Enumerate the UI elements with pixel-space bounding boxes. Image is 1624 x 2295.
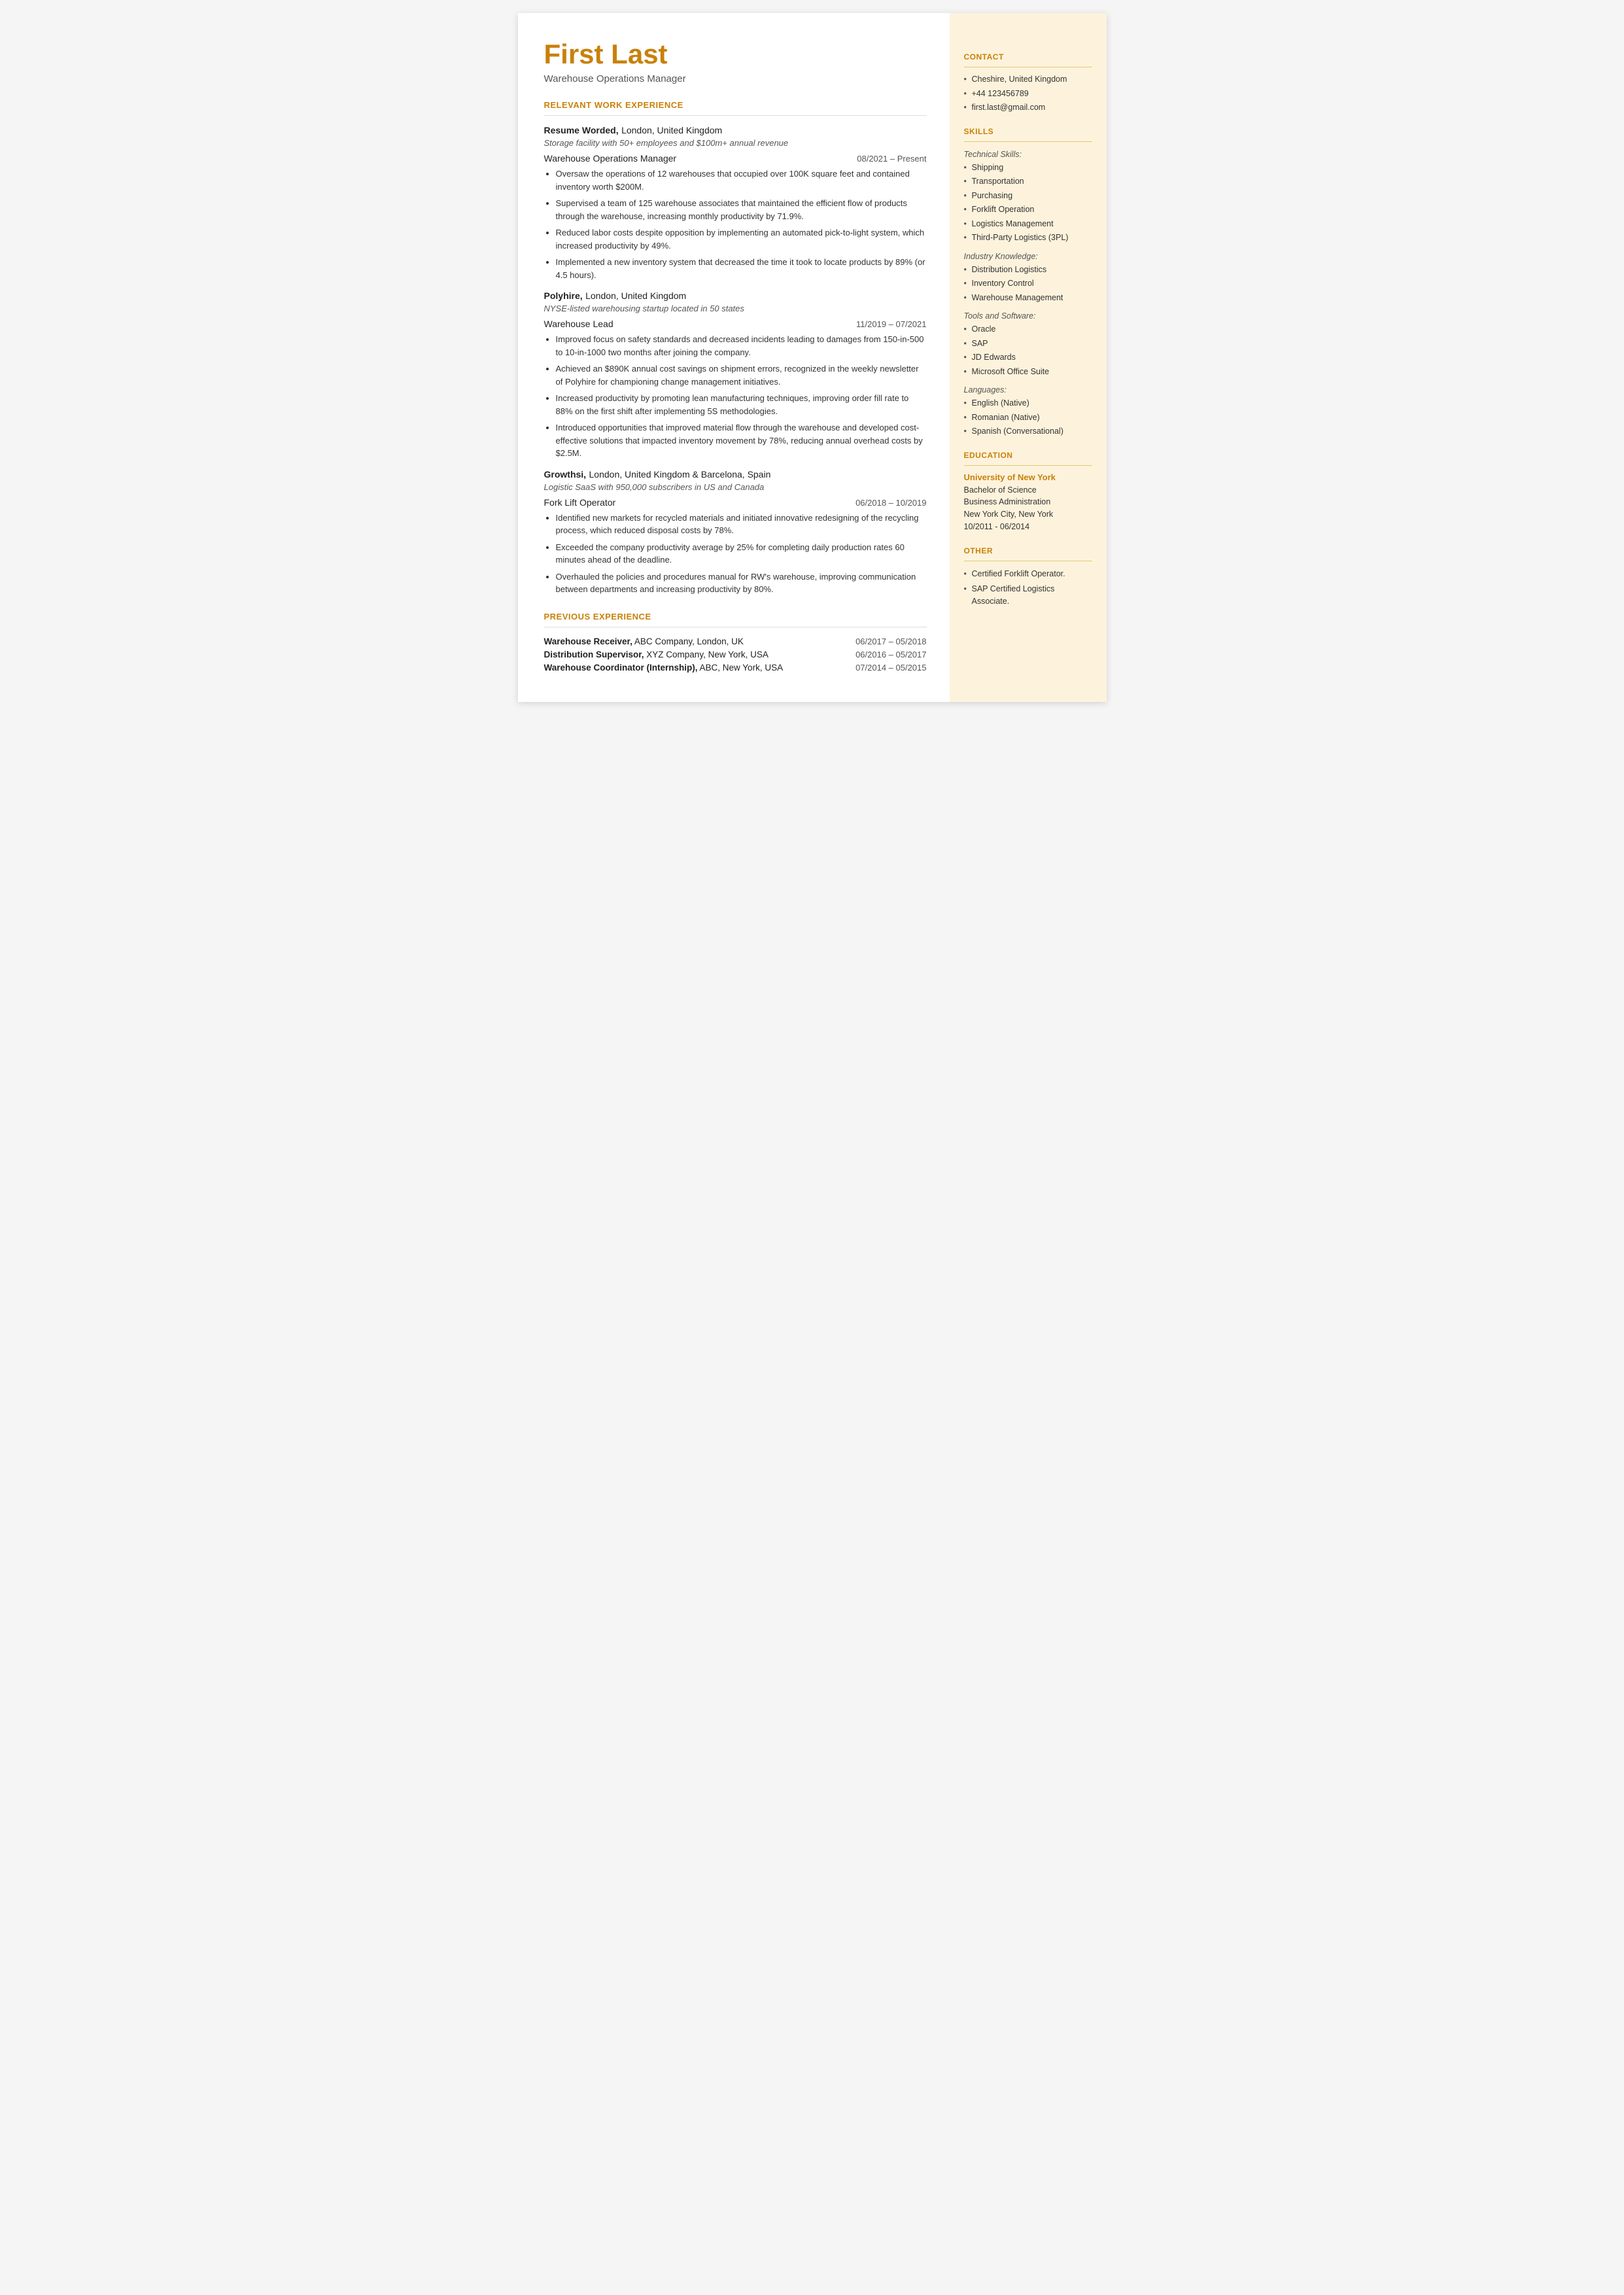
- skills-divider: [964, 141, 1092, 142]
- job-2-title: Warehouse Lead: [544, 319, 613, 329]
- edu-degree: Bachelor of Science: [964, 484, 1092, 497]
- edu-dates: 10/2011 - 06/2014: [964, 521, 1092, 533]
- job-3-bullets: Identified new markets for recycled mate…: [544, 512, 927, 596]
- previous-exp-section-title: PREVIOUS EXPERIENCE: [544, 612, 927, 622]
- edu-location: New York City, New York: [964, 508, 1092, 521]
- languages-label: Languages:: [964, 385, 1092, 394]
- contact-list: Cheshire, United Kingdom +44 123456789 f…: [964, 74, 1092, 114]
- job-2-dates: 11/2019 – 07/2021: [856, 319, 926, 329]
- bullet-item: Supervised a team of 125 warehouse assoc…: [556, 197, 927, 222]
- left-column: First Last Warehouse Operations Manager …: [518, 13, 950, 702]
- technical-skills-list: Shipping Transportation Purchasing Forkl…: [964, 162, 1092, 244]
- language-item: Romanian (Native): [964, 412, 1092, 424]
- job-2-location-text: London, United Kingdom: [585, 290, 686, 301]
- prev-exp-2-bold: Distribution Supervisor,: [544, 650, 644, 659]
- skill-item: Shipping: [964, 162, 1092, 174]
- prev-exp-row-2: Distribution Supervisor, XYZ Company, Ne…: [544, 650, 927, 659]
- tools-skills-list: Oracle SAP JD Edwards Microsoft Office S…: [964, 324, 1092, 377]
- job-1-title: Warehouse Operations Manager: [544, 153, 677, 164]
- job-3-title: Fork Lift Operator: [544, 497, 616, 508]
- bullet-item: Improved focus on safety standards and d…: [556, 333, 927, 359]
- job-3-location-text: London, United Kingdom & Barcelona, Spai…: [589, 469, 771, 480]
- skill-item: Oracle: [964, 324, 1092, 336]
- prev-exp-3: Warehouse Coordinator (Internship), ABC,…: [544, 663, 784, 673]
- bullet-item: Increased productivity by promoting lean…: [556, 392, 927, 417]
- prev-exp-2-dates: 06/2016 – 05/2017: [855, 650, 926, 659]
- skill-item: Purchasing: [964, 190, 1092, 202]
- prev-exp-3-rest: ABC, New York, USA: [698, 663, 784, 673]
- education-divider: [964, 465, 1092, 466]
- other-section-title: OTHER: [964, 546, 1092, 555]
- prev-exp-1-dates: 06/2017 – 05/2018: [855, 637, 926, 646]
- skill-item: Inventory Control: [964, 278, 1092, 290]
- job-3-desc: Logistic SaaS with 950,000 subscribers i…: [544, 482, 927, 492]
- bullet-item: Overhauled the policies and procedures m…: [556, 570, 927, 596]
- tools-label: Tools and Software:: [964, 311, 1092, 321]
- skill-item: SAP: [964, 338, 1092, 350]
- language-item: English (Native): [964, 398, 1092, 410]
- contact-email: first.last@gmail.com: [964, 102, 1092, 114]
- job-2-desc: NYSE-listed warehousing startup located …: [544, 304, 927, 313]
- bullet-item: Reduced labor costs despite opposition b…: [556, 226, 927, 252]
- skill-item: Distribution Logistics: [964, 264, 1092, 276]
- job-1-row: Warehouse Operations Manager 08/2021 – P…: [544, 153, 927, 164]
- bullet-item: Introduced opportunities that improved m…: [556, 421, 927, 460]
- industry-label: Industry Knowledge:: [964, 252, 1092, 261]
- job-1-location-text: London, United Kingdom: [621, 125, 722, 135]
- industry-skills-list: Distribution Logistics Inventory Control…: [964, 264, 1092, 304]
- skill-item: Third-Party Logistics (3PL): [964, 232, 1092, 244]
- prev-exp-1-rest: ABC Company, London, UK: [632, 637, 744, 646]
- edu-field: Business Administration: [964, 496, 1092, 508]
- contact-address: Cheshire, United Kingdom: [964, 74, 1092, 86]
- skill-item: Warehouse Management: [964, 292, 1092, 304]
- bullet-item: Identified new markets for recycled mate…: [556, 512, 927, 537]
- job-3-row: Fork Lift Operator 06/2018 – 10/2019: [544, 497, 927, 508]
- job-1-dates: 08/2021 – Present: [857, 154, 926, 164]
- job-2-company: Polyhire,: [544, 290, 583, 301]
- bullet-item: Implemented a new inventory system that …: [556, 256, 927, 281]
- prev-exp-2-rest: XYZ Company, New York, USA: [644, 650, 769, 659]
- candidate-name: First Last: [544, 39, 927, 69]
- job-2-row: Warehouse Lead 11/2019 – 07/2021: [544, 319, 927, 329]
- skills-section-title: SKILLS: [964, 127, 1092, 136]
- skill-item: Transportation: [964, 176, 1092, 188]
- section-divider: [544, 115, 927, 116]
- relevant-work-section-title: RELEVANT WORK EXPERIENCE: [544, 100, 927, 110]
- candidate-title: Warehouse Operations Manager: [544, 73, 927, 84]
- resume-container: First Last Warehouse Operations Manager …: [518, 13, 1107, 702]
- job-1-company: Resume Worded,: [544, 125, 619, 135]
- skill-item: JD Edwards: [964, 352, 1092, 364]
- skill-item: Logistics Management: [964, 219, 1092, 230]
- job-2-bullets: Improved focus on safety standards and d…: [544, 333, 927, 460]
- prev-exp-row-3: Warehouse Coordinator (Internship), ABC,…: [544, 663, 927, 673]
- other-item-1: Certified Forklift Operator.: [964, 568, 1092, 580]
- edu-institution: University of New York: [964, 472, 1092, 482]
- other-item-2: SAP Certified Logistics Associate.: [964, 583, 1092, 608]
- technical-label: Technical Skills:: [964, 150, 1092, 159]
- job-1-desc: Storage facility with 50+ employees and …: [544, 138, 927, 148]
- contact-section-title: CONTACT: [964, 52, 1092, 61]
- bullet-item: Oversaw the operations of 12 warehouses …: [556, 167, 927, 193]
- education-section-title: EDUCATION: [964, 451, 1092, 460]
- language-item: Spanish (Conversational): [964, 426, 1092, 438]
- prev-exp-3-bold: Warehouse Coordinator (Internship),: [544, 663, 698, 673]
- job-3-dates: 06/2018 – 10/2019: [855, 498, 926, 508]
- skill-item: Microsoft Office Suite: [964, 366, 1092, 378]
- job-1-company-header: Resume Worded, London, United Kingdom: [544, 125, 927, 137]
- skill-item: Forklift Operation: [964, 204, 1092, 216]
- prev-exp-1-bold: Warehouse Receiver,: [544, 637, 632, 646]
- prev-exp-3-dates: 07/2014 – 05/2015: [855, 663, 926, 673]
- job-3-company: Growthsi,: [544, 469, 587, 480]
- prev-exp-2: Distribution Supervisor, XYZ Company, Ne…: [544, 650, 769, 659]
- bullet-item: Exceeded the company productivity averag…: [556, 541, 927, 567]
- prev-exp-row-1: Warehouse Receiver, ABC Company, London,…: [544, 637, 927, 646]
- contact-phone: +44 123456789: [964, 88, 1092, 100]
- job-3-company-header: Growthsi, London, United Kingdom & Barce…: [544, 469, 927, 481]
- bullet-item: Achieved an $890K annual cost savings on…: [556, 362, 927, 388]
- job-1-bullets: Oversaw the operations of 12 warehouses …: [544, 167, 927, 281]
- languages-list: English (Native) Romanian (Native) Spani…: [964, 398, 1092, 438]
- job-2-company-header: Polyhire, London, United Kingdom: [544, 290, 927, 302]
- right-column: CONTACT Cheshire, United Kingdom +44 123…: [950, 13, 1107, 702]
- prev-exp-1: Warehouse Receiver, ABC Company, London,…: [544, 637, 744, 646]
